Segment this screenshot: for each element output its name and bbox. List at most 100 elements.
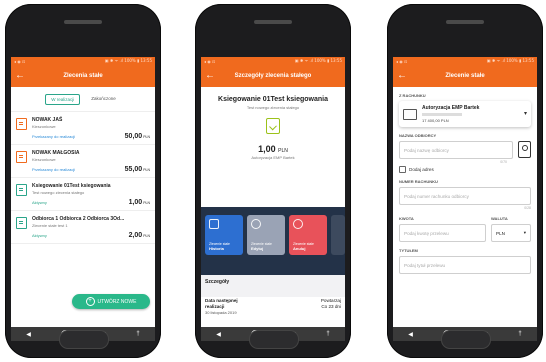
amount-value: 55,00 [124, 166, 143, 173]
screen-new-order-form: ◂ ◉ ⊡ ▣ ✱ ᯤ .ıl 100% ▮ 13:55 ← Zlecenie … [393, 57, 537, 341]
back-arrow-icon[interactable]: ← [15, 71, 25, 81]
action-strip: Zlecenie stałe Historia Zlecenie stałe Edy… [201, 207, 345, 275]
extra-icon[interactable]: † [326, 331, 329, 337]
wallet-icon [403, 108, 417, 120]
edit-label: Zlecenie stałe Edytuj [251, 242, 272, 251]
phone-frame-1: ◂ ◉ ⊡ ▣ ✱ ᯤ .ıl 100% ▮ 13:55 ← Zlecenia … [5, 4, 161, 358]
add-address-checkbox[interactable] [399, 166, 406, 173]
order-status: Aktywny [32, 200, 47, 205]
amount-currency: PLN [143, 168, 150, 172]
order-amount: 1,00 PLN [201, 144, 345, 154]
page-title: Szczegóły zlecenia stałego [234, 73, 312, 79]
history-card[interactable]: Zlecenie stałe Historia [205, 215, 243, 255]
document-icon [16, 151, 27, 163]
edit-icon [251, 219, 261, 229]
amount-currency: PLN [143, 135, 150, 139]
account-name: Autoryzacja EMP Bartek [251, 155, 295, 160]
detail-header: Ksiegowanie 01Test ksiegowania Test nowe… [201, 87, 345, 110]
app-bar: ← Zlecenia stałe [11, 65, 155, 87]
edit-card[interactable]: Zlecenie stałe Edytuj [247, 215, 285, 255]
list-item[interactable]: Ksiegowanie 01Test ksiegowania Test nowe… [11, 178, 155, 211]
account-name: Autoryzacja EMP Bartek [422, 105, 480, 111]
order-heading: Ksiegowanie 01Test ksiegowania [218, 96, 328, 103]
calendar-check-icon [16, 217, 27, 229]
screen-standing-orders: ◂ ◉ ⊡ ▣ ✱ ᯤ .ıl 100% ▮ 13:55 ← Zlecenia … [11, 57, 155, 341]
home-button[interactable] [59, 330, 109, 349]
amount-value: 2,00 [128, 232, 143, 239]
back-arrow-icon[interactable]: ← [397, 71, 407, 81]
order-name: Ksiegowanie 01Test ksiegowania [32, 183, 111, 189]
order-amount: 2,00PLN [129, 232, 150, 239]
home-button[interactable] [441, 330, 491, 349]
order-name: NOWAK MAŁGOSIA [32, 150, 80, 156]
account-balance: 17 400,00 PLN [422, 118, 449, 123]
title-input[interactable]: Podaj tytuł przelewu [399, 256, 531, 274]
status-right: ▣ ✱ ᯤ .ıl 100% ▮ 13:55 [486, 58, 534, 63]
back-arrow-icon[interactable]: ← [205, 71, 215, 81]
back-icon[interactable]: ◀ [26, 331, 31, 338]
app-bar: ← Zlecenie stałe [393, 65, 537, 87]
page-title: Zlecenia stałe [63, 73, 103, 79]
speaker [254, 20, 292, 24]
currency-select[interactable]: PLN ▾ [491, 224, 531, 242]
repeat-value: Co 23 dni [321, 304, 341, 309]
amount-label: KWOTA [399, 216, 414, 221]
next-date-value: 30 listopada 2019 [205, 310, 237, 315]
masked-account-number [422, 113, 462, 116]
tab-bar: W realizacji Zakończone [11, 87, 155, 112]
list-item[interactable]: Odbiorca 1 Odbiorca 2 Odbiorca 3Od... Zl… [11, 211, 155, 244]
extra-icon[interactable]: † [518, 331, 521, 337]
recipient-counter: 0/70 [500, 160, 507, 164]
phone-frame-3: ◂ ◉ ⊡ ▣ ✱ ᯤ .ıl 100% ▮ 13:55 ← Zlecenie … [387, 4, 543, 358]
plus-icon: + [85, 297, 95, 306]
address-book-icon[interactable] [518, 141, 531, 158]
back-icon[interactable]: ◀ [408, 331, 413, 338]
amount-value: 1,00 [258, 144, 276, 154]
screen-order-details: ◂ ◉ ⊡ ▣ ✱ ᯤ .ıl 100% ▮ 13:55 ← Szczegóły… [201, 57, 345, 341]
status-left: ◂ ◉ ⊡ [204, 58, 216, 64]
tab-completed[interactable]: Zakończone [86, 94, 121, 105]
more-card[interactable] [331, 215, 345, 255]
detail-label: Data następnej realizacji 30 listopada 2… [205, 298, 238, 316]
amount-currency: PLN [143, 201, 150, 205]
account-number-input[interactable]: Podaj numer rachunku odbiorcy [399, 187, 531, 205]
title-placeholder: Podaj tytuł przelewu [404, 262, 446, 268]
recipient-input[interactable]: Podaj nazwę odbiorcy [399, 141, 513, 159]
status-bar: ◂ ◉ ⊡ ▣ ✱ ᯤ .ıl 100% ▮ 13:55 [201, 57, 345, 65]
order-name: NOWAK JAŚ [32, 117, 63, 123]
tab-in-progress[interactable]: W realizacji [45, 94, 81, 105]
order-amount: 55,00PLN [125, 166, 150, 173]
list-item[interactable]: NOWAK JAŚ Kieszonkowe Przekazany do real… [11, 112, 155, 145]
order-amount: 50,00PLN [125, 133, 150, 140]
chevron-down-icon: ▾ [523, 111, 527, 117]
calendar-check-icon [16, 184, 27, 196]
back-icon[interactable]: ◀ [216, 331, 221, 338]
app-bar: ← Szczegóły zlecenia stałego [201, 65, 345, 87]
amount-currency-row: KWOTA Podaj kwotę przelewu WALUTA PLN ▾ [393, 210, 537, 242]
home-button[interactable] [249, 330, 299, 349]
add-address-row[interactable]: Dodaj adres [393, 166, 537, 173]
page-title: Zlecenie stałe [445, 73, 485, 79]
extra-icon[interactable]: † [136, 331, 139, 337]
speaker [64, 20, 102, 24]
order-name: Odbiorca 1 Odbiorca 2 Odbiorca 3Od... [32, 216, 125, 222]
list-item[interactable]: NOWAK MAŁGOSIA Kieszonkowe Przekazany do… [11, 145, 155, 178]
document-icon [16, 118, 27, 130]
account-number-placeholder: Podaj numer rachunku odbiorcy [404, 193, 469, 199]
amount-currency: PLN [143, 234, 150, 238]
recipient-placeholder: Podaj nazwę odbiorcy [404, 147, 449, 153]
cancel-card[interactable]: Zlecenie stałe Anuluj [289, 215, 327, 255]
order-subheading: Test nowego zlecenia stałego [246, 105, 300, 110]
recipient-label: NAZWA ODBIORCY [399, 133, 437, 138]
cancel-icon [293, 219, 303, 229]
card-title: Anuluj [293, 245, 306, 251]
create-new-button[interactable]: + UTWÓRZ NOWE [72, 294, 150, 309]
detail-value: Powtarzaj Co 23 dni [321, 298, 341, 316]
order-status: Aktywny [32, 233, 47, 238]
account-number-label: NUMER RACHUNKU [399, 179, 438, 184]
amount-input[interactable]: Podaj kwotę przelewu [399, 224, 486, 242]
account-selector[interactable]: Autoryzacja EMP Bartek 17 400,00 PLN ▾ [399, 101, 531, 127]
currency-value: PLN [496, 230, 505, 236]
card-title: Edytuj [251, 245, 264, 251]
status-bar: ◂ ◉ ⊡ ▣ ✱ ᯤ .ıl 100% ▮ 13:55 [393, 57, 537, 65]
